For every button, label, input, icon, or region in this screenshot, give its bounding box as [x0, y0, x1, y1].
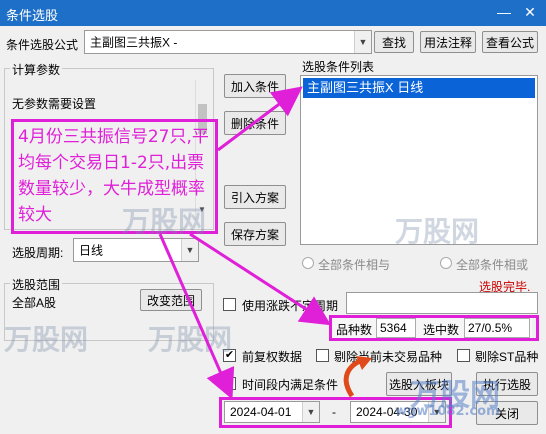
- arrow-to-stats: [189, 232, 332, 326]
- annotation-arrows: [158, 86, 372, 400]
- watermark-swoosh: [343, 357, 364, 398]
- arrow-to-dates: [158, 233, 235, 400]
- arrow-to-condition: [217, 86, 303, 152]
